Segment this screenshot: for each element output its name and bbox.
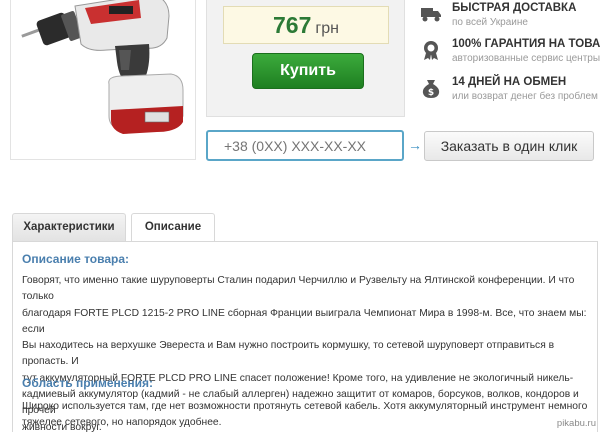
money-bag-icon: $: [422, 80, 440, 98]
description-line: Говорят, что именно такие шуруповерты Ст…: [22, 275, 575, 303]
buy-button[interactable]: Купить: [252, 53, 364, 89]
phone-input[interactable]: [206, 130, 404, 161]
tab-characteristics[interactable]: Характеристики: [12, 213, 126, 242]
benefit-subtitle: авторизованные сервис центры: [452, 53, 600, 64]
product-image[interactable]: [10, 0, 196, 160]
buy-panel: 767 грн Купить: [206, 0, 405, 117]
price-currency: грн: [315, 20, 339, 37]
watermark: pikabu.ru: [556, 418, 596, 429]
price-value: 767: [273, 12, 312, 38]
one-click-order-button[interactable]: Заказать в один клик: [424, 131, 594, 161]
tab-description[interactable]: Описание: [131, 213, 215, 243]
svg-text:$: $: [428, 88, 434, 98]
usage-line: тяжелее сетевого, но напорядок удобнее.: [22, 417, 222, 429]
description-line: благодаря FORTE PLCD 1215-2 PRO LINE сбо…: [22, 307, 587, 335]
description-panel: Описание товара: Говорят, что именно так…: [12, 241, 598, 432]
drill-image: [21, 0, 184, 134]
arrow-right-icon: →: [408, 137, 422, 153]
price-box: 767 грн: [223, 6, 389, 44]
truck-icon: [421, 8, 441, 22]
benefit-subtitle: по всей Украине: [452, 17, 528, 28]
benefit-title: БЫСТРАЯ ДОСТАВКА: [452, 2, 577, 14]
usage-text: Широко используется там, где нет возможн…: [22, 399, 592, 432]
description-line: Вы находитесь на верхушке Эвереста и Вам…: [22, 340, 555, 368]
benefit-subtitle: или возврат денег без проблем: [452, 91, 598, 102]
description-title: Описание товара:: [22, 252, 130, 266]
benefit-title: 100% ГАРАНТИЯ НА ТОВАР: [452, 38, 600, 50]
guarantee-badge-icon: [424, 41, 438, 60]
benefit-title: 14 ДНЕЙ НА ОБМЕН: [452, 76, 567, 88]
usage-title: Область применения:: [22, 376, 154, 390]
usage-line: Широко используется там, где нет возможн…: [22, 401, 588, 412]
